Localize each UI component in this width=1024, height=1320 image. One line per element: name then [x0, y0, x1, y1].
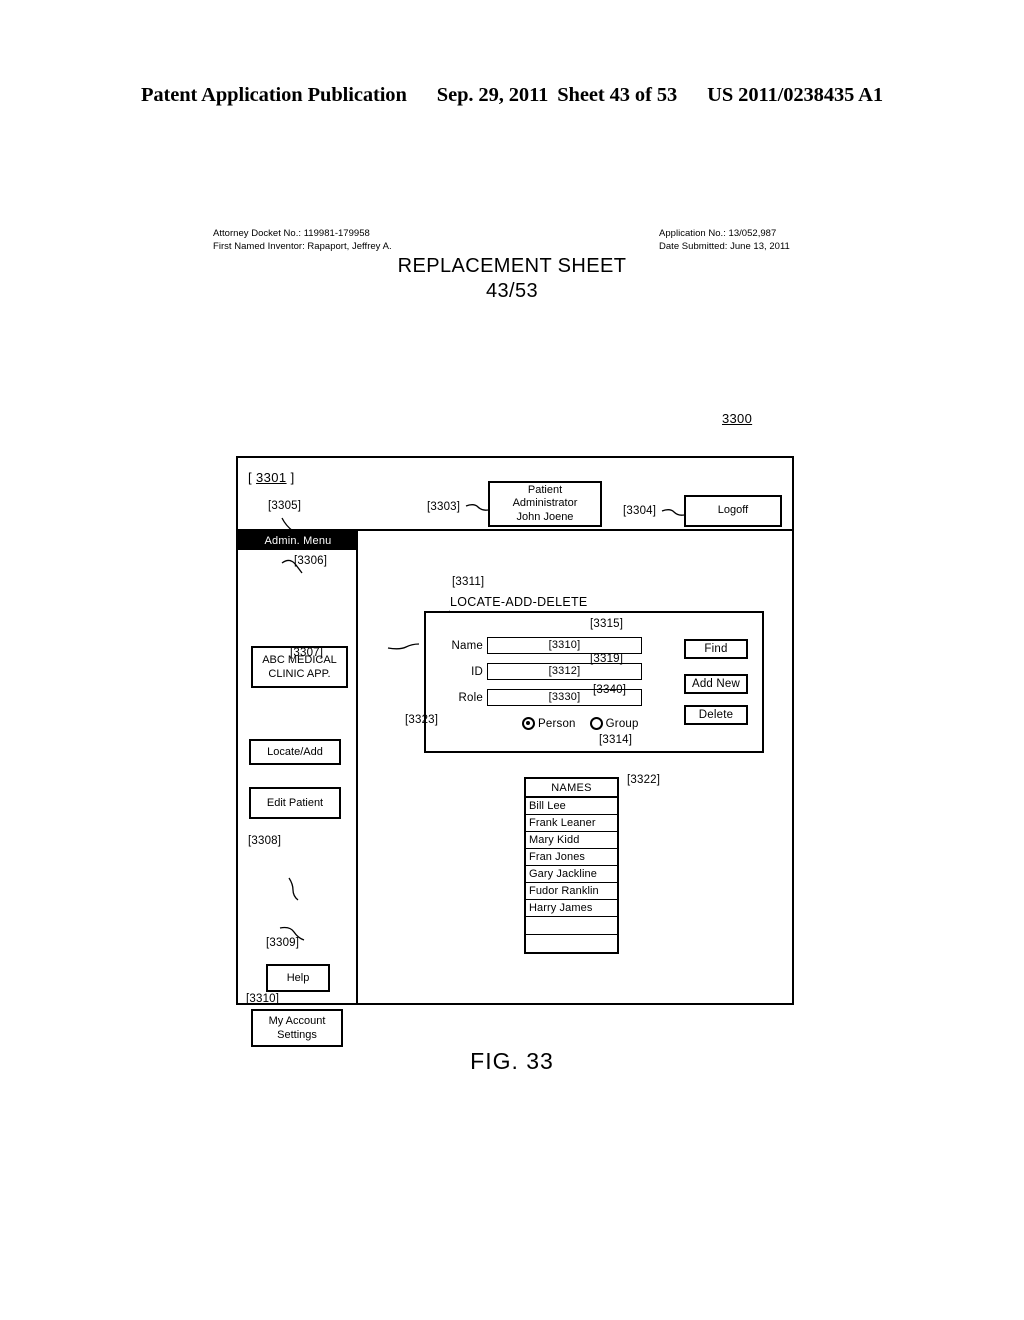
publication-date: Sep. 29, 2011 — [436, 84, 549, 106]
sidebar-item-locate-add[interactable]: Locate/Add — [249, 739, 341, 765]
list-item[interactable]: Fran Jones — [526, 849, 617, 866]
names-list-header: NAMES — [526, 779, 617, 798]
sidebar-item-account-line2: Settings — [277, 1029, 317, 1041]
sidebar-item-my-account-settings[interactable]: My Account Settings — [251, 1009, 343, 1047]
ref-3315-label: [3315] — [590, 618, 624, 630]
patent-number: US 2011/0238435 A1 — [707, 84, 884, 106]
radio-option-person[interactable]: Person — [522, 717, 576, 730]
radio-person-label: Person — [538, 717, 576, 730]
ref-3314-label: [3314] — [599, 734, 633, 746]
form-row-id: ID [3312] — [439, 663, 642, 680]
sidebar-item-edit-patient-label: Edit Patient — [266, 797, 324, 809]
sidebar-item-edit-patient[interactable]: Edit Patient — [249, 787, 341, 819]
ref-3309-label: [3309] — [266, 937, 300, 949]
sidebar-item-locate-add-label: Locate/Add — [267, 746, 323, 758]
list-item[interactable]: Bill Lee — [526, 798, 617, 815]
figure-reference-numeral: 3300 — [722, 411, 753, 426]
locate-add-delete-panel: Name [3310] ID [3312] Role [3330] Person… — [424, 611, 764, 753]
name-input[interactable]: [3310] — [487, 637, 642, 654]
sidebar-item-account-line1: My Account — [268, 1015, 326, 1027]
ref-3311-label: [3311] — [452, 576, 485, 588]
list-item[interactable]: Gary Jackline — [526, 866, 617, 883]
replacement-sheet-line1: REPLACEMENT SHEET — [397, 255, 627, 277]
list-item[interactable] — [526, 935, 617, 954]
docket-info-left: Attorney Docket No.: 119981-179958 First… — [213, 228, 392, 253]
delete-button[interactable]: Delete — [684, 705, 748, 725]
ref-3310-sidebar-label: [3310] — [246, 993, 280, 1005]
logoff-button-label: Logoff — [717, 504, 749, 517]
find-button-label: Find — [704, 643, 728, 655]
window-reference-numeral: [ 3301 ] — [248, 470, 295, 485]
main-content-area: [3311] LOCATE-ADD-DELETE Name [3310] ID … — [358, 531, 792, 1003]
person-group-radio-group: Person Group — [522, 717, 653, 730]
id-input[interactable]: [3312] — [487, 663, 642, 680]
admin-menu-sidebar: Admin. Menu [3306] ABC MEDICAL CLINIC AP… — [238, 531, 358, 1047]
ref-3304-label: [3304] — [623, 505, 657, 517]
role-field-label: Role — [458, 691, 483, 704]
sidebar-item-help[interactable]: Help — [266, 964, 330, 992]
list-item[interactable]: Mary Kidd — [526, 832, 617, 849]
add-new-button-label: Add New — [691, 678, 741, 690]
ref-3323-label: [3323] — [405, 714, 439, 726]
ref-open-bracket: [ — [248, 470, 253, 485]
identity-line-1: Patient — [527, 483, 563, 496]
ref-3307-label: [3307] — [290, 647, 324, 659]
ref-3305-label: [3305] — [268, 500, 302, 512]
radio-group-icon[interactable] — [589, 717, 603, 730]
find-button[interactable]: Find — [684, 639, 748, 659]
sidebar-item-clinic-app-line2: CLINIC APP. — [268, 668, 331, 680]
add-new-button[interactable]: Add New — [684, 674, 748, 694]
sidebar-item-help-label: Help — [286, 972, 310, 984]
delete-button-label: Delete — [698, 709, 734, 721]
date-submitted: Date Submitted: June 13, 2011 — [659, 240, 790, 252]
replacement-sheet-label: REPLACEMENT SHEET 43/53 — [0, 254, 1024, 304]
panel-title: LOCATE-ADD-DELETE — [450, 595, 588, 609]
admin-menu-title-label: Admin. Menu — [264, 534, 332, 547]
sheet-number: Sheet 43 of 53 — [557, 84, 678, 106]
application-window: [ 3301 ] [3305] [3303] Patient Administr… — [236, 456, 794, 1047]
list-item[interactable]: Fudor Ranklin — [526, 883, 617, 900]
radio-option-group[interactable]: Group — [589, 717, 639, 730]
publication-title: Patent Application Publication — [140, 84, 407, 106]
figure-caption: FIG. 33 — [470, 1048, 554, 1074]
form-row-name: Name [3310] — [439, 637, 642, 654]
patient-administrator-identity: Patient Administrator John Joene — [488, 481, 602, 527]
ref-3306-label: [3306] — [294, 555, 328, 567]
replacement-sheet-line2: 43/53 — [485, 280, 539, 302]
ref-3308-label: [3308] — [248, 835, 282, 847]
first-named-inventor: First Named Inventor: Rapaport, Jeffrey … — [213, 240, 392, 252]
name-field-label: Name — [451, 639, 483, 652]
ref-3319-label: [3319] — [590, 653, 624, 665]
docket-info-right: Application No.: 13/052,987 Date Submitt… — [659, 228, 790, 253]
names-list: NAMES Bill Lee Frank Leaner Mary Kidd Fr… — [524, 777, 619, 954]
ref-3340-label: [3340] — [593, 684, 627, 696]
admin-menu-title-bar: Admin. Menu — [238, 531, 358, 550]
window-topbar: [ 3301 ] [3305] [3303] Patient Administr… — [238, 458, 792, 531]
identity-line-2: Administrator — [512, 497, 578, 510]
ref-close-bracket: ] — [290, 470, 295, 485]
publication-header: Patent Application Publication Sep. 29, … — [0, 84, 1024, 107]
logoff-button[interactable]: Logoff — [684, 495, 782, 527]
application-no: Application No.: 13/052,987 — [659, 228, 777, 239]
id-field-label: ID — [471, 665, 483, 678]
ref-3303-label: [3303] — [427, 501, 461, 513]
list-item[interactable]: Harry James — [526, 900, 617, 917]
ref-3301-number: 3301 — [256, 470, 287, 485]
ref-3322-label: [3322] — [627, 774, 661, 786]
attorney-docket-no: Attorney Docket No.: 119981-179958 — [213, 228, 370, 239]
radio-group-label: Group — [605, 717, 639, 730]
list-item[interactable]: Frank Leaner — [526, 815, 617, 832]
radio-person-icon[interactable] — [522, 717, 535, 730]
identity-line-3: John Joene — [516, 510, 574, 523]
list-item[interactable] — [526, 917, 617, 935]
